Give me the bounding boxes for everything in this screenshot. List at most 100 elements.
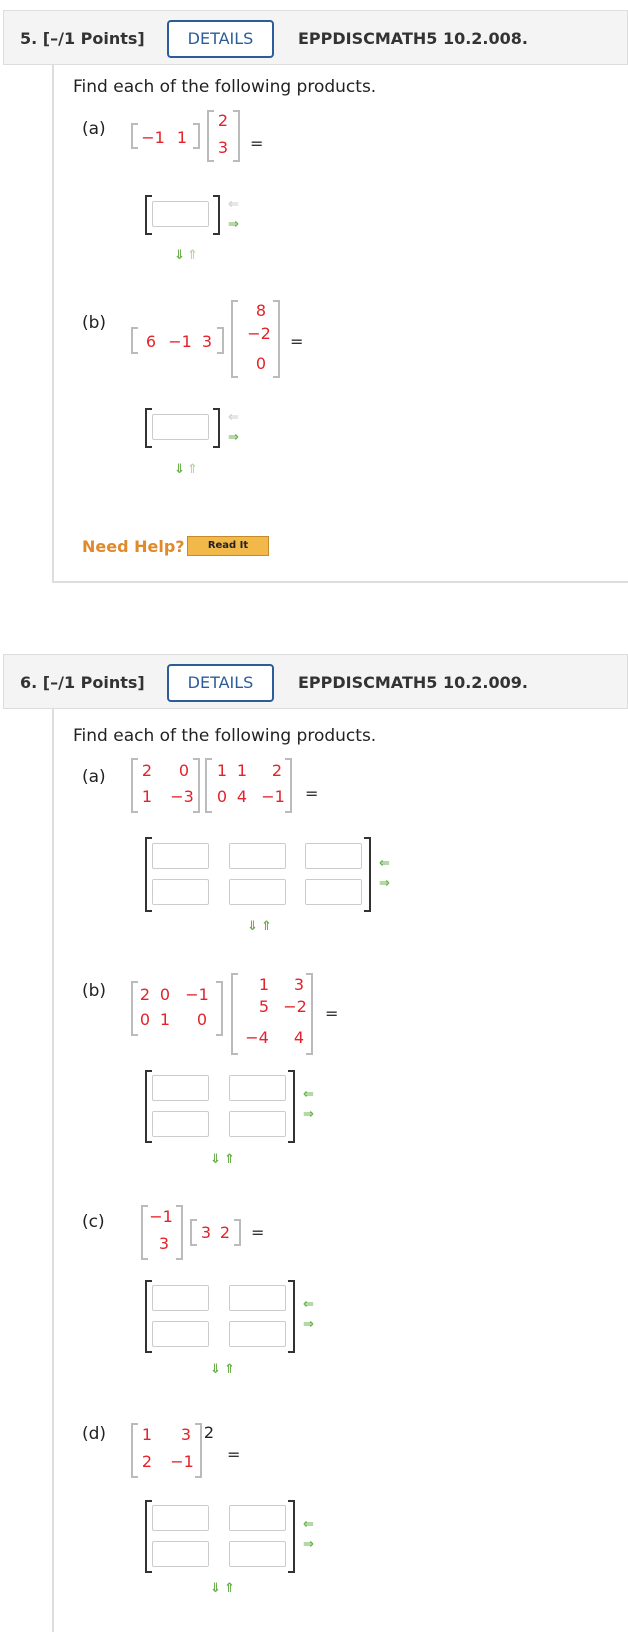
arrow-right-icon[interactable]: ⇒ — [303, 1108, 314, 1121]
matrix-entry: 0 — [139, 1010, 151, 1029]
matrix-entry: 1 — [141, 1425, 153, 1444]
answer-input[interactable] — [305, 843, 362, 869]
arrow-right-icon[interactable]: ⇒ — [228, 218, 239, 231]
matrix-entry: 1 — [141, 787, 153, 806]
answer-input[interactable] — [229, 1541, 286, 1567]
matrix-bracket-right — [193, 758, 200, 813]
arrow-up-icon[interactable]: ⇑ — [261, 920, 272, 933]
matrix-entry: 5 — [258, 997, 270, 1016]
part-label-c: (c) — [82, 1212, 105, 1232]
matrix-bracket-right — [285, 758, 292, 813]
matrix-entry: 2 — [139, 985, 151, 1004]
answer-input[interactable] — [305, 879, 362, 905]
matrix-entry: −1 — [261, 787, 285, 806]
arrow-up-icon[interactable]: ⇑ — [224, 1153, 235, 1166]
matrix-entry: 1 — [216, 761, 228, 780]
matrix-entry: 8 — [255, 301, 267, 320]
arrow-left-icon[interactable]: ⇐ — [303, 1088, 314, 1101]
arrow-down-icon[interactable]: ⇓ — [174, 463, 185, 476]
details-button[interactable]: DETAILS — [167, 664, 274, 702]
part-label-a: (a) — [82, 767, 106, 787]
matrix-bracket-left — [205, 758, 212, 813]
matrix-entry: −1 — [170, 1452, 194, 1471]
matrix-entry: 0 — [255, 354, 267, 373]
answer-input[interactable] — [152, 1505, 209, 1531]
arrow-right-icon[interactable]: ⇒ — [303, 1538, 314, 1551]
matrix-entry: −4 — [245, 1028, 269, 1047]
question-points: 5. [–/1 Points] — [20, 29, 145, 48]
matrix-entry: 6 — [145, 332, 157, 351]
answer-input[interactable] — [152, 1111, 209, 1137]
matrix-bracket-left — [231, 300, 238, 378]
question-prompt: Find each of the following products. — [73, 726, 377, 746]
matrix-entry: −1 — [141, 128, 165, 147]
answer-input[interactable] — [229, 843, 286, 869]
arrow-up-icon[interactable]: ⇑ — [224, 1582, 235, 1595]
matrix-exponent: 2 — [203, 1423, 215, 1442]
arrow-down-icon[interactable]: ⇓ — [210, 1582, 221, 1595]
matrix-entry: −2 — [247, 324, 271, 343]
matrix-entry: 0 — [159, 985, 171, 1004]
question-points: 6. [–/1 Points] — [20, 673, 145, 692]
matrix-entry: −1 — [149, 1207, 173, 1226]
answer-input[interactable] — [229, 1321, 286, 1347]
answer-bracket-left — [145, 1280, 152, 1353]
arrow-right-icon[interactable]: ⇒ — [228, 431, 239, 444]
matrix-entry: 3 — [200, 1223, 212, 1242]
matrix-entry: 2 — [271, 761, 283, 780]
arrow-left-icon[interactable]: ⇐ — [228, 411, 239, 424]
arrow-down-icon[interactable]: ⇓ — [210, 1363, 221, 1376]
answer-input[interactable] — [152, 1285, 209, 1311]
matrix-entry: 3 — [201, 332, 213, 351]
answer-input[interactable] — [152, 1075, 209, 1101]
arrow-down-icon[interactable]: ⇓ — [210, 1153, 221, 1166]
arrow-down-icon[interactable]: ⇓ — [174, 249, 185, 262]
arrow-up-icon[interactable]: ⇑ — [224, 1363, 235, 1376]
arrow-right-icon[interactable]: ⇒ — [303, 1318, 314, 1331]
arrow-left-icon[interactable]: ⇐ — [303, 1518, 314, 1531]
answer-input[interactable] — [152, 879, 209, 905]
arrow-left-icon[interactable]: ⇐ — [379, 857, 390, 870]
matrix-bracket-right — [234, 1219, 241, 1246]
matrix-entry: 3 — [180, 1425, 192, 1444]
question-6-header: 6. [–/1 Points] DETAILS EPPDISCMATH5 10.… — [3, 654, 628, 709]
arrow-up-icon[interactable]: ⇑ — [187, 249, 198, 262]
answer-bracket-right — [213, 408, 220, 448]
matrix-entry: 1 — [258, 975, 270, 994]
matrix-entry: 3 — [158, 1234, 170, 1253]
matrix-entry: 2 — [219, 1223, 231, 1242]
answer-input[interactable] — [152, 843, 209, 869]
matrix-entry: 1 — [236, 761, 248, 780]
answer-input[interactable] — [229, 1505, 286, 1531]
matrix-entry: 0 — [196, 1010, 208, 1029]
arrow-left-icon[interactable]: ⇐ — [303, 1298, 314, 1311]
arrow-up-icon[interactable]: ⇑ — [187, 463, 198, 476]
answer-input[interactable] — [152, 201, 209, 227]
answer-input[interactable] — [229, 879, 286, 905]
matrix-bracket-right — [176, 1205, 183, 1260]
arrow-right-icon[interactable]: ⇒ — [379, 877, 390, 890]
part-label-b: (b) — [82, 313, 107, 333]
arrow-left-icon[interactable]: ⇐ — [228, 198, 239, 211]
answer-input[interactable] — [229, 1075, 286, 1101]
question-5-header: 5. [–/1 Points] DETAILS EPPDISCMATH5 10.… — [3, 10, 628, 65]
answer-input[interactable] — [229, 1111, 286, 1137]
matrix-entry: 0 — [178, 761, 190, 780]
matrix-entry: 0 — [216, 787, 228, 806]
answer-bracket-left — [145, 195, 152, 235]
arrow-down-icon[interactable]: ⇓ — [247, 920, 258, 933]
part-label-d: (d) — [82, 1424, 107, 1444]
answer-input[interactable] — [229, 1285, 286, 1311]
details-button[interactable]: DETAILS — [167, 20, 274, 58]
answer-bracket-left — [145, 408, 152, 448]
question-5-body — [52, 65, 628, 583]
answer-bracket-right — [288, 1500, 295, 1573]
read-it-button[interactable]: Read It — [187, 536, 269, 556]
answer-input[interactable] — [152, 1321, 209, 1347]
answer-input[interactable] — [152, 1541, 209, 1567]
part-label-a: (a) — [82, 119, 106, 139]
answer-input[interactable] — [152, 414, 209, 440]
part-label-b: (b) — [82, 981, 107, 1001]
matrix-bracket-left — [131, 123, 138, 149]
matrix-entry: 2 — [141, 761, 153, 780]
